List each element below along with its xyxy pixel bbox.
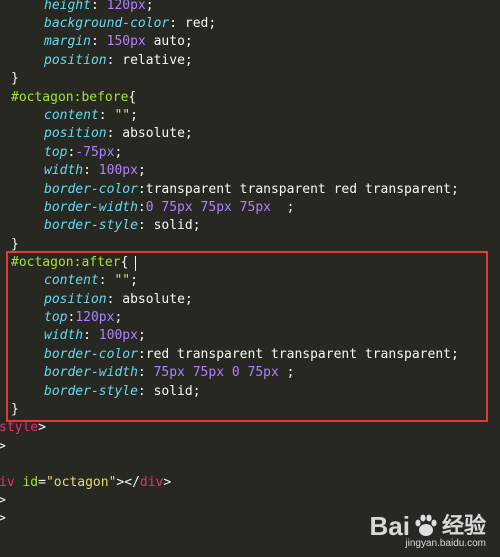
code-line: }	[11, 71, 19, 86]
code-line: margin: 150px auto;	[44, 34, 193, 49]
code-line: position: absolute;	[44, 126, 193, 141]
code-line: border-width:0 75px 75px 75px ;	[44, 200, 295, 215]
watermark-brand-left: Bai	[369, 511, 410, 541]
code-line: top:-75px;	[44, 145, 123, 160]
code-line: >	[0, 439, 6, 454]
code-line: height: 120px;	[44, 0, 154, 13]
code-line: width: 100px;	[44, 163, 146, 178]
code-line: background-color: red;	[44, 16, 217, 31]
watermark-brand-right: 经验	[441, 513, 486, 538]
paw-icon	[415, 514, 437, 536]
code-line: border-style: solid;	[44, 218, 201, 233]
code-line: >	[0, 511, 6, 526]
code-line: position: relative;	[44, 53, 193, 68]
baidu-jingyan-watermark: Bai 经验 jingyan.baidu.com	[370, 512, 486, 549]
code-line: content: "";	[44, 108, 138, 123]
code-line: iv id="octagon"></div>	[0, 475, 172, 490]
watermark-logo: Bai 经验	[370, 512, 486, 540]
code-line: #octagon:before{	[11, 90, 137, 105]
highlight-box	[6, 251, 488, 422]
code-line: border-color:transparent transparent red…	[44, 182, 459, 197]
code-line: >	[0, 493, 6, 508]
code-editor[interactable]: height: 120px; background-color: red; ma…	[0, 0, 500, 557]
